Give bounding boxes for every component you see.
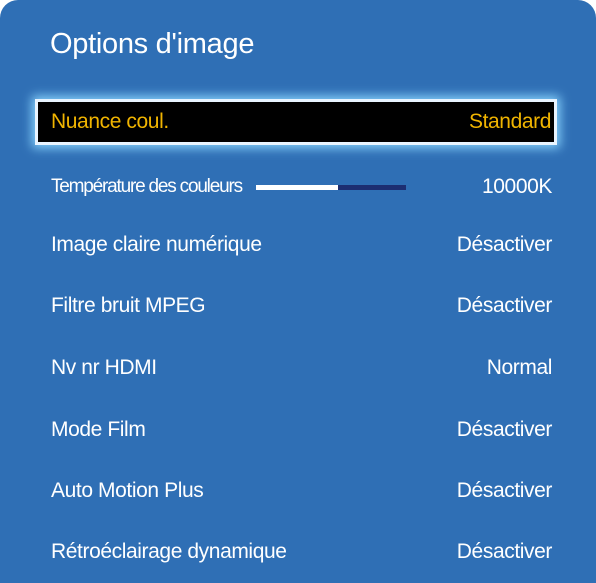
menu-item-film-mode[interactable]: Mode Film Désactiver: [35, 407, 557, 453]
menu-item-value: Désactiver: [456, 294, 553, 317]
menu-item-value: Standard: [468, 110, 551, 133]
temperature-label-group: Température des couleurs: [51, 176, 406, 198]
menu-item-hdmi-black-level[interactable]: Nv nr HDMI Normal: [35, 345, 557, 391]
menu-item-label: Rétroéclairage dynamique: [51, 540, 287, 563]
menu-item-label: Température des couleurs: [51, 176, 243, 197]
picture-options-panel: Options d'image Nuance coul. Standard Te…: [0, 0, 596, 583]
menu-item-value: Désactiver: [456, 418, 553, 441]
menu-item-value: Désactiver: [456, 479, 553, 502]
menu-item-value: 10000K: [481, 175, 552, 198]
menu-item-mpeg-noise-filter[interactable]: Filtre bruit MPEG Désactiver: [35, 283, 557, 329]
temperature-slider-fill: [255, 184, 339, 190]
menu-item-value: Normal: [486, 356, 553, 379]
menu-item-label: Nv nr HDMI: [51, 356, 157, 379]
menu-item-color-tone[interactable]: Nuance coul. Standard: [35, 99, 557, 145]
menu-item-color-temperature[interactable]: Température des couleurs 10000K: [35, 164, 557, 210]
menu-item-label: Filtre bruit MPEG: [51, 294, 206, 317]
menu-item-label: Auto Motion Plus: [51, 479, 204, 502]
menu-item-value: Désactiver: [456, 233, 553, 256]
menu-item-dynamic-backlight[interactable]: Rétroéclairage dynamique Désactiver: [35, 529, 557, 575]
menu-item-label: Mode Film: [51, 418, 146, 441]
temperature-slider[interactable]: [255, 184, 406, 190]
menu-item-digital-clean-view[interactable]: Image claire numérique Désactiver: [35, 222, 557, 268]
menu-item-value: Désactiver: [456, 540, 553, 563]
menu-item-label: Image claire numérique: [51, 233, 262, 256]
menu-item-label: Nuance coul.: [51, 110, 169, 133]
menu-title: Options d'image: [50, 28, 255, 60]
menu-item-auto-motion-plus[interactable]: Auto Motion Plus Désactiver: [35, 468, 557, 514]
